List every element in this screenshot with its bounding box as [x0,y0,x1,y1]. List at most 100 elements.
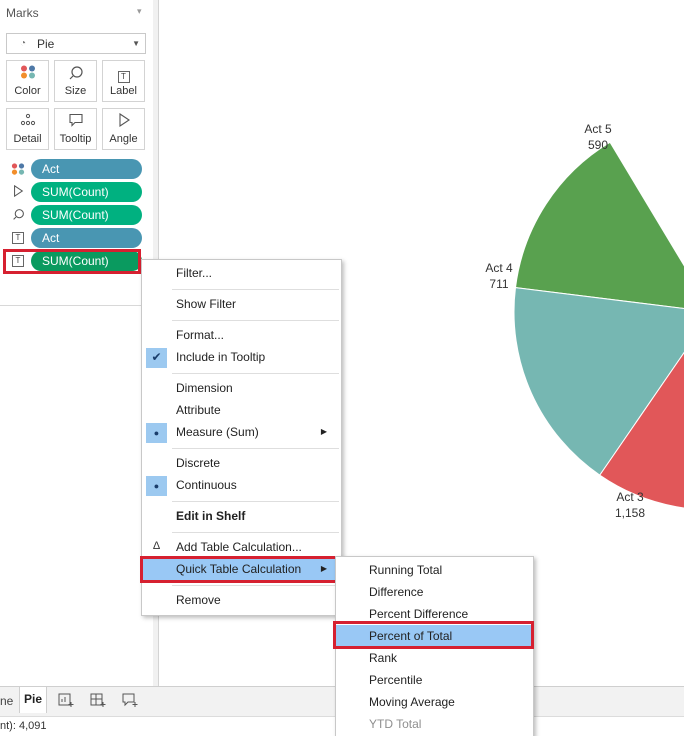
submenu-item-percentile[interactable]: Percentile [336,669,533,691]
detail-icon [7,113,48,133]
menu-item-label: Continuous [176,478,237,492]
menu-item-label: Add Table Calculation... [176,540,302,554]
bullet-icon: ● [153,481,160,491]
menu-item-label: Edit in Shelf [176,509,246,523]
color-icon [11,162,25,176]
menu-gutter: ✔ [146,348,167,368]
new-worksheet-icon[interactable] [58,692,74,708]
menu-item-dimension[interactable]: Dimension [142,378,341,400]
menu-separator [172,289,339,290]
size-icon [55,65,96,85]
menu-separator [172,501,339,502]
color-icon [7,65,48,85]
sheet-tab-previous[interactable]: ne [0,694,13,708]
menu-item-continuous[interactable]: ● Continuous [142,475,341,497]
submenu-item-moving-average[interactable]: Moving Average [336,691,533,713]
menu-separator [172,320,339,321]
color-button[interactable]: Color [6,60,49,102]
submenu-item-label: Running Total [369,563,443,577]
submenu-item-label: Difference [369,585,424,599]
menu-item-show-filter[interactable]: Show Filter [142,294,341,316]
menu-item-attribute[interactable]: Attribute [142,400,341,422]
angle-button[interactable]: Angle [102,108,145,150]
color-label: Color [14,85,41,97]
menu-item-discrete[interactable]: Discrete [142,453,341,475]
slice-label-value: 1,158 [614,506,646,520]
marks-card: Marks ▾ ◔ Pie ▼ Color Size T Label Detai… [0,0,153,686]
menu-item-label: Discrete [176,456,221,470]
highlight-box [140,556,339,583]
sum-count-pill[interactable]: SUM(Count) [31,182,142,202]
menu-item-filter[interactable]: Filter... [142,263,341,285]
menu-gutter: ● [146,423,167,443]
panel-divider [0,305,153,306]
tooltip-icon [55,113,96,133]
menu-item-edit-in-shelf[interactable]: Edit in Shelf [142,506,341,528]
slice-label-name: Act 4 [485,261,513,275]
pill-row-sum-size: SUM(Count) [0,205,150,225]
menu-item-label: Include in Tooltip [176,350,266,364]
submenu-item-running-total[interactable]: Running Total [336,559,533,581]
pill-row-sum-angle: SUM(Count) [0,182,150,202]
submenu-item-label: Moving Average [369,695,455,709]
detail-button[interactable]: Detail [6,108,49,150]
new-story-icon[interactable] [122,692,138,708]
submenu-item-difference[interactable]: Difference [336,581,533,603]
menu-item-label: Format... [176,328,225,342]
slice-label-name: Act 3 [616,490,644,504]
pie-slice-act-5[interactable] [514,141,684,312]
menu-separator [172,448,339,449]
highlight-box [333,621,534,649]
pie-icon: ◔ [20,38,27,49]
menu-gutter: ● [146,476,167,496]
menu-separator [172,373,339,374]
slice-label-name: Act 5 [584,122,612,136]
menu-item-label: Dimension [176,381,233,395]
submenu-item-ytd-total: YTD Total [336,713,533,735]
marks-title: Marks [6,6,39,20]
slice-label-act-4: Act 4 711 [475,260,523,292]
menu-item-format[interactable]: Format... [142,325,341,347]
menu-item-label: Remove [176,593,221,607]
label-label: Label [110,85,137,97]
label-icon: T [103,65,144,85]
new-dashboard-icon[interactable] [90,692,106,708]
menu-item-remove[interactable]: Remove [142,590,341,612]
menu-item-label: Show Filter [176,297,237,311]
menu-item-include-in-tooltip[interactable]: ✔ Include in Tooltip [142,347,341,369]
pill-row-act-color: Act [0,159,150,179]
collapse-chevron-icon[interactable]: ▾ [137,6,142,17]
menu-item-label: Attribute [176,403,221,417]
submenu-item-label: Rank [369,651,398,665]
slice-label-value: 590 [587,138,609,152]
menu-separator [172,585,339,586]
detail-label: Detail [13,133,42,145]
submenu-item-rank[interactable]: Rank [336,647,533,669]
menu-gutter: Δ [146,538,167,558]
check-icon: ✔ [151,350,162,364]
sum-count-pill[interactable]: SUM(Count) [31,205,142,225]
label-icon: T [11,231,25,245]
slice-label-value: 711 [489,277,509,291]
tooltip-button[interactable]: Tooltip [54,108,97,150]
mark-type-value: Pie [37,37,55,51]
size-button[interactable]: Size [54,60,97,102]
dropdown-arrow-icon: ▼ [132,39,140,48]
menu-item-label: Filter... [176,266,213,280]
angle-icon [11,184,25,199]
size-label: Size [64,85,87,97]
label-button[interactable]: T Label [102,60,145,102]
angle-icon [103,112,144,133]
status-text: nt): 4,091 [0,720,47,732]
sheet-tab-pie[interactable]: Pie [19,687,47,713]
act-pill[interactable]: Act [31,159,142,179]
act-pill[interactable]: Act [31,228,142,248]
mark-type-dropdown[interactable]: ◔ Pie ▼ [6,33,146,54]
submenu-item-label: YTD Total [369,717,422,731]
delta-icon: Δ [152,540,161,552]
menu-separator [172,532,339,533]
angle-label: Angle [109,133,138,145]
menu-item-measure[interactable]: ● Measure (Sum) ▶ [142,422,341,444]
highlight-box [3,249,141,274]
bullet-icon: ● [153,428,160,438]
